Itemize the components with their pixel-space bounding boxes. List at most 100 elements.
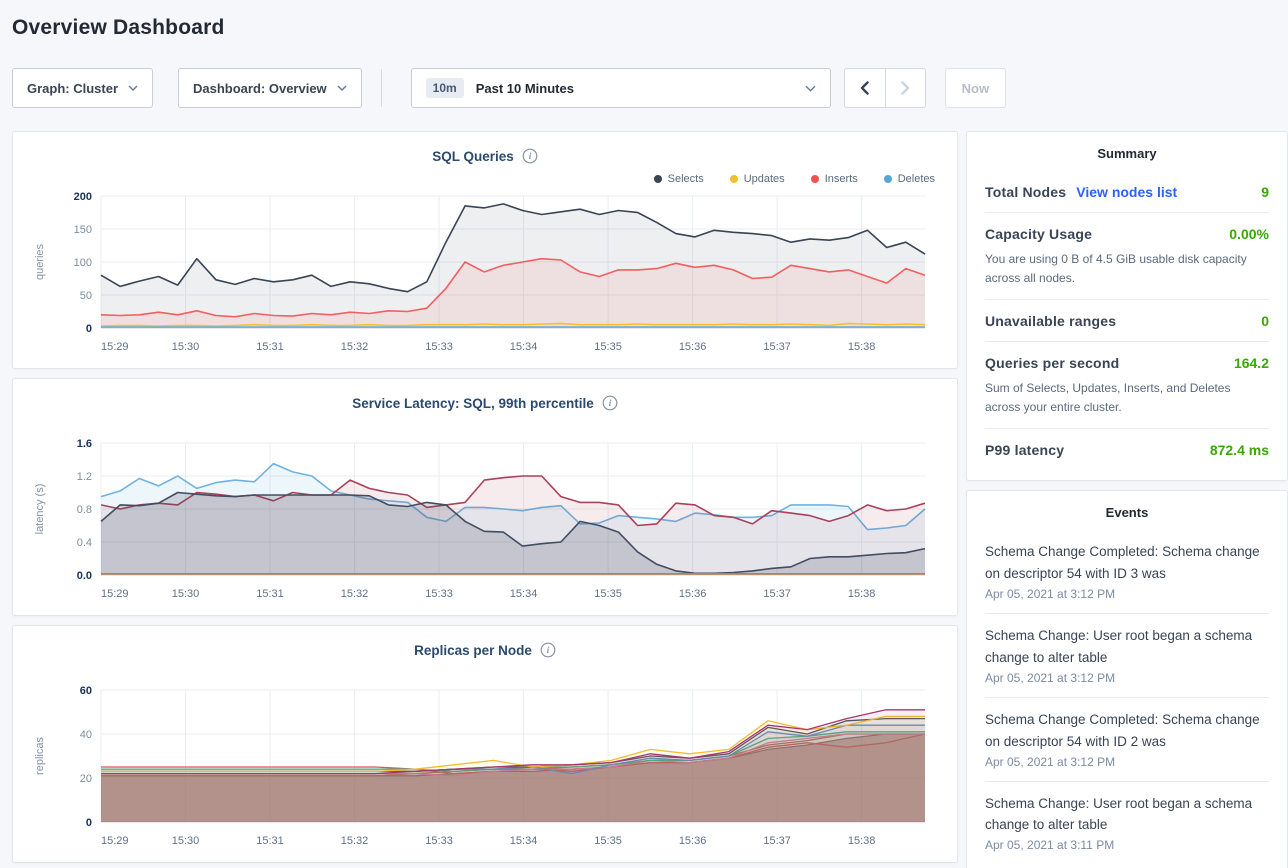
event-message: Schema Change: User root began a schema …	[985, 625, 1269, 669]
summary-row-description: You are using 0 B of 4.5 GiB usable disk…	[985, 250, 1269, 287]
svg-text:15:33: 15:33	[425, 341, 453, 353]
summary-row-head: Queries per second164.2	[985, 355, 1269, 371]
graph-selector-dropdown[interactable]: Graph: Cluster	[12, 68, 153, 108]
svg-text:15:30: 15:30	[172, 588, 200, 600]
summary-row: Queries per second164.2 Sum of Selects, U…	[985, 341, 1269, 428]
svg-text:0.8: 0.8	[77, 504, 92, 516]
summary-row-description: Sum of Selects, Updates, Inserts, and De…	[985, 379, 1269, 416]
event-item[interactable]: Schema Change: User root began a schema …	[985, 781, 1269, 865]
legend-item-inserts[interactable]: Inserts	[811, 173, 858, 185]
svg-text:15:36: 15:36	[679, 835, 707, 847]
overview-dashboard-page: Overview Dashboard Graph: Cluster Dashbo…	[0, 0, 1288, 868]
chevron-down-icon	[337, 85, 347, 91]
summary-rows: Total Nodes View nodes list 9 Capacity Usag…	[985, 171, 1269, 470]
svg-text:15:33: 15:33	[425, 835, 453, 847]
svg-text:40: 40	[80, 729, 92, 741]
chart-plot-sql-queries[interactable]: 15:2915:3015:3115:3215:3315:3415:3515:36…	[29, 188, 943, 358]
summary-row-label: Total Nodes	[985, 184, 1066, 200]
event-timestamp: Apr 05, 2021 at 3:11 PM	[985, 838, 1269, 852]
svg-text:50: 50	[80, 290, 92, 302]
legend-dot	[811, 175, 819, 183]
svg-text:replicas: replicas	[34, 737, 46, 775]
event-timestamp: Apr 05, 2021 at 3:12 PM	[985, 671, 1269, 685]
svg-text:15:30: 15:30	[172, 341, 200, 353]
legend-item-updates[interactable]: Updates	[730, 173, 785, 185]
svg-text:0: 0	[86, 817, 92, 829]
chart-plot-replicas-per-node[interactable]: 15:2915:3015:3115:3215:3315:3415:3515:36…	[29, 682, 943, 852]
svg-text:15:37: 15:37	[763, 588, 791, 600]
event-message: Schema Change Completed: Schema change o…	[985, 541, 1269, 585]
event-item[interactable]: Schema Change: User root began a schema …	[985, 613, 1269, 697]
time-next-button[interactable]	[885, 69, 925, 107]
page-title: Overview Dashboard	[12, 16, 1288, 40]
time-prev-button[interactable]	[845, 69, 885, 107]
event-timestamp: Apr 05, 2021 at 3:12 PM	[985, 587, 1269, 601]
svg-text:1.6: 1.6	[77, 438, 92, 450]
chart-title-row: SQL Queries i	[29, 142, 941, 170]
info-icon[interactable]: i	[540, 642, 556, 658]
svg-text:15:38: 15:38	[848, 341, 876, 353]
chart-plot-service-latency-sql-99th-percentile[interactable]: 15:2915:3015:3115:3215:3315:3415:3515:36…	[29, 435, 943, 605]
svg-text:150: 150	[74, 224, 92, 236]
svg-text:15:35: 15:35	[594, 835, 622, 847]
chevron-left-icon	[860, 81, 869, 95]
info-icon[interactable]: i	[602, 395, 618, 411]
event-item[interactable]: Schema Change Completed: Schema change o…	[985, 530, 1269, 613]
svg-text:15:34: 15:34	[510, 341, 538, 353]
svg-text:queries: queries	[34, 243, 46, 280]
chart-card-replicas-per-node: Replicas per Nodei15:2915:3015:3115:3215…	[12, 625, 958, 863]
legend-item-selects[interactable]: Selects	[654, 173, 704, 185]
graph-selector-label: Graph: Cluster	[27, 81, 118, 96]
events-panel: Events Schema Change Completed: Schema c…	[966, 490, 1288, 868]
summary-row-value: 0.00%	[1229, 226, 1269, 242]
svg-text:15:38: 15:38	[848, 835, 876, 847]
event-item[interactable]: Schema Change Completed: Schema change o…	[985, 697, 1269, 781]
toolbar: Graph: Cluster Dashboard: Overview 10m P…	[12, 68, 1288, 108]
time-range-picker[interactable]: 10m Past 10 Minutes	[411, 68, 831, 108]
summary-row-label: Unavailable ranges	[985, 313, 1116, 329]
svg-text:15:31: 15:31	[256, 341, 284, 353]
svg-text:15:32: 15:32	[341, 341, 369, 353]
svg-text:15:31: 15:31	[256, 835, 284, 847]
charts-column: SQL Queries i Selects Updates Inserts Deletes…	[12, 131, 958, 868]
svg-text:15:32: 15:32	[341, 588, 369, 600]
legend-label: Updates	[744, 173, 785, 185]
summary-row-label: P99 latency	[985, 442, 1064, 458]
legend-spacer	[29, 664, 941, 682]
svg-text:0: 0	[86, 323, 92, 335]
svg-text:0.0: 0.0	[77, 570, 92, 582]
svg-text:15:33: 15:33	[425, 588, 453, 600]
now-button[interactable]: Now	[945, 68, 1006, 108]
svg-text:i: i	[547, 645, 550, 655]
svg-text:15:36: 15:36	[679, 341, 707, 353]
svg-text:100: 100	[74, 257, 92, 269]
view-nodes-list-link[interactable]: View nodes list	[1076, 184, 1177, 200]
svg-text:60: 60	[80, 685, 92, 697]
legend-dot	[884, 175, 892, 183]
summary-row-head: Unavailable ranges0	[985, 313, 1269, 329]
info-icon[interactable]: i	[522, 148, 538, 164]
legend-dot	[654, 175, 662, 183]
chevron-right-icon	[901, 81, 910, 95]
summary-row-value: 9	[1261, 184, 1269, 200]
dashboard-selector-dropdown[interactable]: Dashboard: Overview	[178, 68, 362, 108]
summary-panel: Summary Total NodesView nodes list9Capac…	[966, 131, 1288, 481]
chart-title: SQL Queries	[432, 149, 514, 164]
svg-text:1.2: 1.2	[77, 471, 92, 483]
summary-row: Unavailable ranges0	[985, 299, 1269, 341]
legend-label: Selects	[668, 173, 704, 185]
chart-card-sql-queries: SQL Queries i Selects Updates Inserts Deletes…	[12, 131, 958, 369]
svg-text:latency (s): latency (s)	[34, 484, 46, 535]
summary-row-value: 164.2	[1234, 355, 1269, 371]
legend-dot	[730, 175, 738, 183]
main-content: SQL Queries i Selects Updates Inserts Deletes…	[12, 131, 1288, 868]
summary-row-head: Total Nodes View nodes list 9	[985, 184, 1269, 200]
svg-text:15:34: 15:34	[510, 588, 538, 600]
dashboard-selector-label: Dashboard: Overview	[193, 81, 327, 96]
chart-legend: Selects Updates Inserts Deletes	[29, 170, 941, 188]
summary-row-value: 872.4 ms	[1210, 442, 1269, 458]
svg-text:15:29: 15:29	[101, 341, 129, 353]
summary-row: Total Nodes View nodes list 9	[985, 171, 1269, 212]
legend-item-deletes[interactable]: Deletes	[884, 173, 935, 185]
summary-row-head: Capacity Usage0.00%	[985, 226, 1269, 242]
